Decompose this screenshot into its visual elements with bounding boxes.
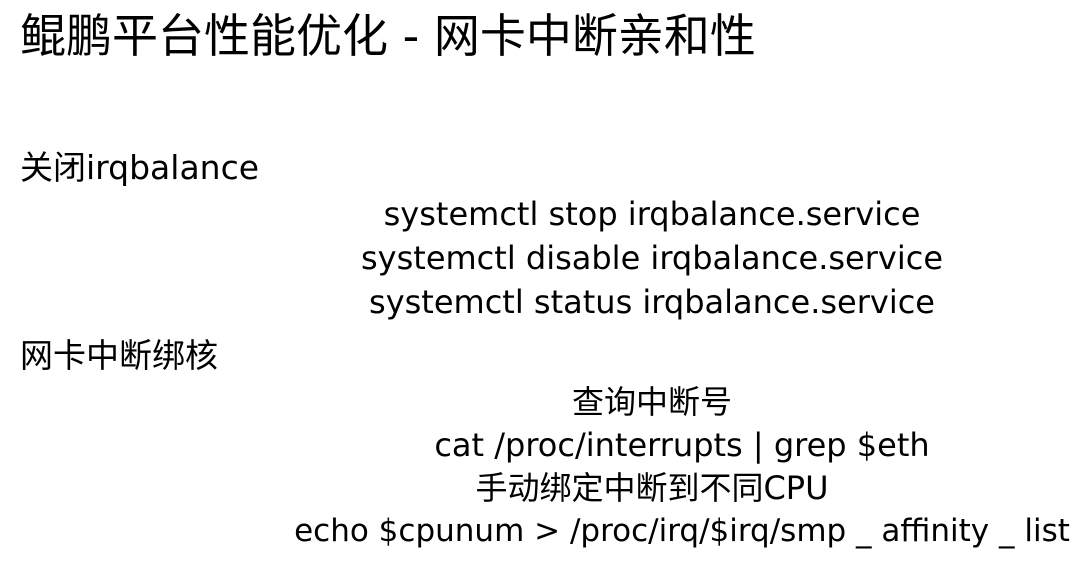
section-heading-irq-binding: 网卡中断绑核 <box>20 336 218 375</box>
step-label: 查询中断号 <box>571 383 732 421</box>
slide-title: 鲲鹏平台性能优化 - 网卡中断亲和性 <box>20 9 756 63</box>
command-line: systemctl disable irqbalance.service <box>360 239 943 277</box>
command-line: echo $cpunum > /proc/irq/$irq/smp _ affi… <box>294 513 1070 549</box>
section-heading-irqbalance: 关闭irqbalance <box>20 148 260 187</box>
command-line: cat /proc/interrupts | grep $eth <box>434 426 930 464</box>
command-line: systemctl status irqbalance.service <box>369 283 935 321</box>
command-line: systemctl stop irqbalance.service <box>383 195 921 233</box>
step-label: 手动绑定中断到不同CPU <box>475 469 829 507</box>
